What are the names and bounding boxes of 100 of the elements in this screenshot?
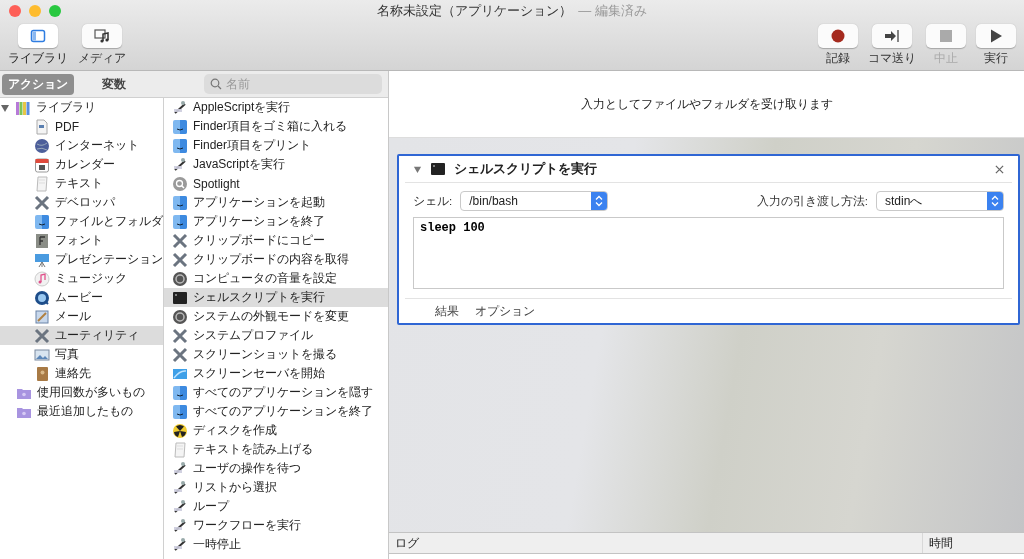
column-header: 時間	[929, 534, 953, 552]
library-item[interactable]: メール	[0, 307, 163, 326]
tab[interactable]: 変数	[78, 73, 150, 95]
toolbar-button[interactable]	[872, 24, 912, 48]
card-footer-tab[interactable]: オプション	[475, 302, 535, 320]
card-title: シェルスクリプトを実行	[454, 160, 598, 178]
action-item[interactable]: すべてのアプリケーションを終了	[164, 402, 388, 421]
library-item[interactable]: ファイルとフォルダ	[0, 212, 163, 231]
action-item[interactable]: スクリーンセーバを開始	[164, 364, 388, 383]
edited-status: — 編集済み	[578, 2, 647, 20]
toolbar-button[interactable]	[976, 24, 1016, 48]
action-item[interactable]: JavaScriptを実行	[164, 155, 388, 174]
action-item[interactable]: クリップボードにコピー	[164, 231, 388, 250]
library-item[interactable]: プレゼンテーション	[0, 250, 163, 269]
action-item[interactable]: ユーザの操作を待つ	[164, 459, 388, 478]
stepper-arrows-icon	[595, 195, 604, 207]
script-icon	[172, 479, 188, 496]
input-method-label: 入力の引き渡し方法:	[756, 193, 868, 209]
library-item[interactable]: 連絡先	[0, 364, 163, 383]
action-item[interactable]: システムの外観モードを変更	[164, 307, 388, 326]
presentation-icon	[34, 251, 50, 268]
action-item[interactable]: アプリケーションを終了	[164, 212, 388, 231]
terminal-icon	[172, 289, 188, 306]
action-item[interactable]: すべてのアプリケーションを隠す	[164, 383, 388, 402]
library-item[interactable]: 最近追加したもの	[0, 402, 163, 421]
action-item[interactable]: Finder項目をゴミ箱に入れる	[164, 117, 388, 136]
media-icon	[94, 28, 110, 44]
sidebar-icon	[30, 28, 46, 44]
photo-icon	[34, 346, 50, 363]
toolbar-label: コマ送り	[868, 50, 916, 67]
toolbar-label: 記録	[826, 50, 850, 67]
library-item[interactable]: ミュージック	[0, 269, 163, 288]
library-item[interactable]: 写真	[0, 345, 163, 364]
action-item[interactable]: Spotlight	[164, 174, 388, 193]
library-item[interactable]: ユーティリティ	[0, 326, 163, 345]
action-item[interactable]: コンピュータの音量を設定	[164, 269, 388, 288]
action-item[interactable]: ディスクを作成	[164, 421, 388, 440]
library-item[interactable]: 使用回数が多いもの	[0, 383, 163, 402]
action-item[interactable]: リストから選択	[164, 478, 388, 497]
play-icon	[988, 28, 1004, 44]
toolbar-button[interactable]	[18, 24, 58, 48]
music-note-icon	[34, 270, 50, 287]
search-icon	[210, 78, 222, 90]
library-item[interactable]: インターネット	[0, 136, 163, 155]
script-icon	[172, 99, 188, 116]
action-item[interactable]: ワークフローを実行	[164, 516, 388, 535]
action-item[interactable]: テキストを読み上げる	[164, 440, 388, 459]
search-field[interactable]: 名前	[204, 74, 382, 94]
notepad-icon	[34, 175, 50, 192]
library-item[interactable]: PDF	[0, 117, 163, 136]
notepad-icon	[172, 441, 188, 458]
action-item[interactable]: アプリケーションを起動	[164, 193, 388, 212]
script-icon	[172, 156, 188, 173]
toolbar-label: メディア	[78, 50, 126, 67]
tools-icon	[172, 346, 188, 363]
document-icon	[34, 118, 50, 135]
library-item[interactable]: ライブラリ	[0, 98, 163, 117]
script-field[interactable]: sleep 100	[413, 217, 1004, 289]
disclosure-triangle-icon[interactable]	[0, 102, 10, 113]
shell-label: シェル:	[413, 193, 453, 209]
action-item[interactable]: スクリーンショットを撮る	[164, 345, 388, 364]
calendar-icon	[34, 156, 50, 173]
toolbar-button[interactable]	[82, 24, 122, 48]
column-header: ログ	[395, 534, 419, 552]
action-item[interactable]: シェルスクリプトを実行	[164, 288, 388, 307]
action-item[interactable]: AppleScriptを実行	[164, 98, 388, 117]
search-icon	[172, 175, 188, 192]
action-item[interactable]: クリップボードの内容を取得	[164, 250, 388, 269]
script-icon	[172, 517, 188, 534]
library-item[interactable]: ムービー	[0, 288, 163, 307]
action-item[interactable]: 一時停止	[164, 535, 388, 554]
action-item[interactable]: ループ	[164, 497, 388, 516]
window-title: 名称未設定（アプリケーション）	[377, 2, 573, 20]
tools-icon	[34, 327, 50, 344]
script-icon	[172, 460, 188, 477]
stepper-arrows-icon	[991, 195, 999, 207]
shell-select[interactable]: /bin/bash	[460, 191, 609, 211]
library-item[interactable]: デベロッパ	[0, 193, 163, 212]
font-icon	[34, 232, 50, 249]
disclosure-triangle-icon[interactable]	[413, 164, 422, 174]
tools-icon	[172, 327, 188, 344]
gear-icon	[172, 270, 188, 287]
globe-icon	[34, 137, 50, 154]
radiation-icon	[172, 422, 188, 439]
card-footer-tab[interactable]: 結果	[435, 302, 459, 320]
address-book-icon	[34, 365, 50, 382]
script-icon	[172, 498, 188, 515]
terminal-icon	[430, 161, 446, 177]
close-icon[interactable]	[995, 164, 1004, 174]
toolbar-button[interactable]	[818, 24, 858, 48]
library-item[interactable]: テキスト	[0, 174, 163, 193]
input-method-select[interactable]: stdinへ	[876, 191, 1004, 211]
workflow-input-text: 入力としてファイルやフォルダを受け取ります	[580, 95, 833, 113]
action-item[interactable]: システムプロファイル	[164, 326, 388, 345]
toolbar-label: ライブラリ	[8, 50, 68, 67]
library-item[interactable]: カレンダー	[0, 155, 163, 174]
action-item[interactable]: Finder項目をプリント	[164, 136, 388, 155]
library-item[interactable]: フォント	[0, 231, 163, 250]
tools-icon	[34, 194, 50, 211]
record-icon	[830, 28, 846, 44]
